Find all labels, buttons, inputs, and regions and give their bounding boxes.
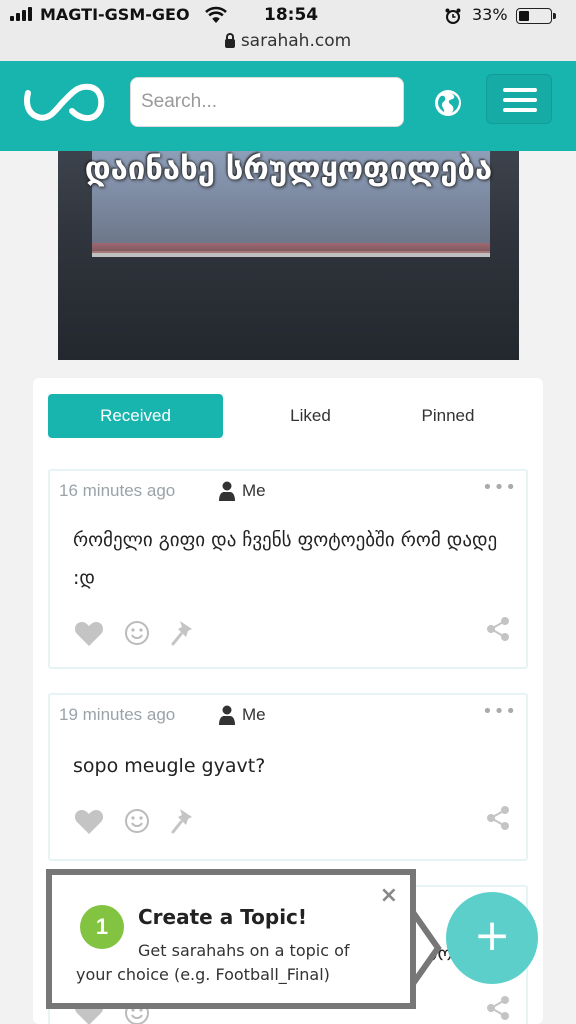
cover-title: დაინახე სრულყოფილება bbox=[84, 151, 493, 187]
tab-pinned[interactable]: Pinned bbox=[383, 394, 513, 438]
onboarding-tooltip: 1 Create a Topic! Get sarahahs on a topi… bbox=[46, 869, 416, 1009]
user-icon bbox=[219, 705, 235, 725]
author-name: Me bbox=[242, 481, 266, 500]
share-icon[interactable] bbox=[486, 995, 510, 1021]
smile-icon[interactable] bbox=[124, 620, 150, 646]
battery-level-fill bbox=[519, 11, 529, 21]
message-actions bbox=[74, 807, 196, 835]
globe-icon[interactable] bbox=[434, 89, 462, 117]
status-bar: MAGTI-GSM-GEO 18:54 33% bbox=[0, 0, 576, 30]
smile-icon[interactable] bbox=[124, 808, 150, 834]
hamburger-menu-icon bbox=[503, 88, 537, 92]
pin-icon[interactable] bbox=[170, 807, 196, 835]
message-time: 16 minutes ago bbox=[59, 481, 176, 500]
menu-button[interactable] bbox=[486, 74, 552, 124]
sarahah-logo[interactable] bbox=[22, 79, 106, 125]
close-icon[interactable]: × bbox=[380, 883, 398, 908]
heart-icon[interactable] bbox=[74, 620, 104, 647]
wifi-icon bbox=[205, 6, 227, 23]
message-actions bbox=[74, 619, 196, 647]
message-time: 19 minutes ago bbox=[59, 705, 176, 724]
tooltip-title: Create a Topic! bbox=[138, 905, 308, 929]
share-icon[interactable] bbox=[486, 805, 510, 831]
message-text: რომელი გიფი და ჩვენს ფოტოებში რომ დადე :… bbox=[73, 529, 498, 589]
app-navbar bbox=[0, 61, 576, 151]
browser-url-bar[interactable]: sarahah.com bbox=[0, 30, 576, 61]
pin-icon[interactable] bbox=[170, 619, 196, 647]
share-icon[interactable] bbox=[486, 616, 510, 642]
message-options-icon[interactable]: ••• bbox=[482, 701, 517, 722]
message-author: Me bbox=[218, 705, 266, 725]
heart-icon[interactable] bbox=[74, 808, 104, 835]
message-options-icon[interactable]: ••• bbox=[482, 477, 517, 498]
message-card: 19 minutes ago Me ••• sopo meugle gyavt? bbox=[48, 693, 528, 861]
search-input[interactable] bbox=[130, 77, 404, 127]
battery-icon bbox=[516, 8, 556, 24]
add-topic-button[interactable]: + bbox=[446, 892, 538, 984]
battery-percent: 33% bbox=[472, 5, 508, 24]
author-name: Me bbox=[242, 705, 266, 724]
tab-liked[interactable]: Liked bbox=[238, 394, 383, 438]
user-icon bbox=[219, 481, 235, 501]
alarm-icon bbox=[445, 8, 461, 24]
url-text[interactable]: sarahah.com bbox=[241, 31, 351, 51]
carrier-name: MAGTI-GSM-GEO bbox=[40, 5, 190, 24]
profile-cover-image: დაინახე სრულყოფილება bbox=[58, 151, 519, 360]
tab-received[interactable]: Received bbox=[48, 394, 223, 438]
message-author: Me bbox=[218, 481, 266, 501]
message-card: 16 minutes ago Me ••• რომელი გიფი და ჩვე… bbox=[48, 469, 528, 669]
signal-icon bbox=[10, 7, 32, 21]
tooltip-body: Get sarahahs on a topic of your choice (… bbox=[76, 941, 350, 984]
clock-time: 18:54 bbox=[264, 5, 319, 25]
message-tabs: Received Liked Pinned bbox=[48, 394, 528, 438]
message-text: sopo meugle gyavt? bbox=[73, 755, 266, 777]
lock-icon bbox=[224, 33, 235, 48]
